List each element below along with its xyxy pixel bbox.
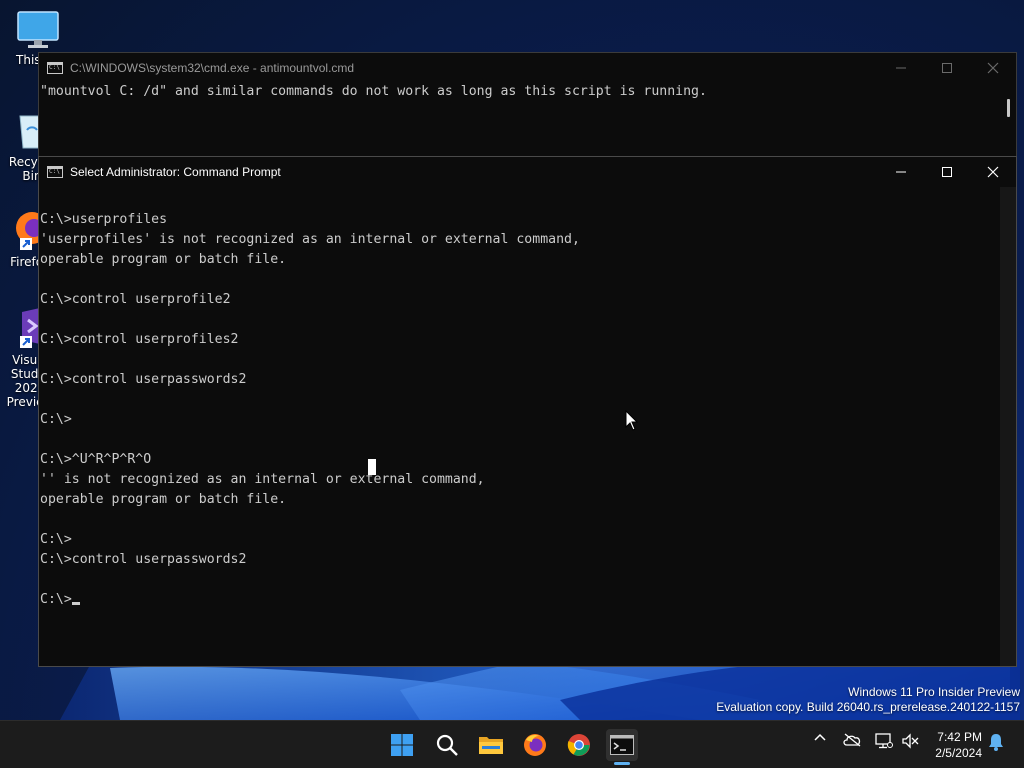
taskbar-start-button[interactable] bbox=[386, 729, 418, 761]
monitor-icon bbox=[17, 11, 59, 48]
clock-time: 7:42 PM bbox=[937, 730, 982, 744]
minimize-button[interactable] bbox=[878, 157, 924, 187]
text-cursor bbox=[71, 602, 80, 605]
window-title: C:\WINDOWS\system32\cmd.exe - antimountv… bbox=[70, 61, 355, 75]
selection-block-cursor bbox=[368, 459, 376, 475]
onedrive-status-button[interactable] bbox=[841, 733, 863, 747]
active-app-indicator bbox=[614, 762, 630, 765]
volume-muted-icon bbox=[902, 733, 919, 749]
taskbar-firefox[interactable] bbox=[519, 729, 551, 761]
cmd-icon bbox=[47, 166, 63, 178]
bell-icon bbox=[989, 734, 1003, 751]
watermark-line-2: Evaluation copy. Build 26040.rs_prerelea… bbox=[716, 700, 1020, 714]
taskbar-command-prompt[interactable] bbox=[606, 729, 638, 765]
window-title: Select Administrator: Command Prompt bbox=[70, 165, 281, 179]
mouse-pointer-icon bbox=[625, 410, 639, 431]
minimize-icon bbox=[896, 171, 906, 173]
cmd-icon bbox=[47, 62, 63, 74]
folder-icon bbox=[479, 737, 503, 754]
maximize-icon bbox=[942, 63, 952, 73]
maximize-button[interactable] bbox=[924, 157, 970, 187]
network-icon bbox=[875, 733, 893, 749]
windows-logo-icon bbox=[391, 734, 413, 756]
taskbar-search-button[interactable] bbox=[431, 729, 463, 761]
minimize-icon bbox=[896, 67, 906, 69]
scrollbar-thumb[interactable] bbox=[1007, 99, 1010, 117]
taskbar-file-explorer[interactable] bbox=[475, 729, 507, 761]
cmd-window-administrator[interactable]: Select Administrator: Command Prompt C:\… bbox=[38, 156, 1017, 667]
close-button[interactable] bbox=[970, 157, 1016, 187]
window-titlebar[interactable]: Select Administrator: Command Prompt bbox=[39, 157, 1016, 187]
maximize-icon bbox=[942, 167, 952, 177]
taskbar-chrome[interactable] bbox=[563, 729, 595, 761]
evaluation-watermark: Windows 11 Pro Insider Preview Evaluatio… bbox=[716, 685, 1020, 715]
cloud-offline-icon bbox=[843, 733, 861, 747]
maximize-button[interactable] bbox=[924, 53, 970, 83]
scrollbar-track[interactable] bbox=[1000, 187, 1016, 666]
command-prompt-icon bbox=[610, 735, 634, 755]
close-icon bbox=[987, 62, 999, 74]
volume-button[interactable] bbox=[899, 733, 921, 749]
chevron-up-icon bbox=[814, 733, 826, 741]
window-titlebar[interactable]: C:\WINDOWS\system32\cmd.exe - antimountv… bbox=[39, 53, 1016, 83]
clock-date: 2/5/2024 bbox=[935, 746, 982, 760]
minimize-button[interactable] bbox=[878, 53, 924, 83]
network-status-button[interactable] bbox=[873, 733, 895, 749]
firefox-icon bbox=[524, 734, 546, 756]
notifications-button[interactable] bbox=[986, 733, 1006, 751]
taskbar: 7:42 PM 2/5/2024 bbox=[0, 720, 1024, 768]
show-hidden-icons-button[interactable] bbox=[811, 733, 829, 741]
watermark-line-1: Windows 11 Pro Insider Preview bbox=[848, 685, 1020, 699]
terminal-area[interactable]: C:\>userprofiles 'userprofiles' is not r… bbox=[40, 188, 580, 608]
taskbar-clock[interactable]: 7:42 PM 2/5/2024 bbox=[935, 729, 982, 761]
close-button[interactable] bbox=[970, 53, 1016, 83]
chrome-icon bbox=[567, 734, 590, 756]
terminal-output: C:\>userprofiles 'userprofiles' is not r… bbox=[40, 212, 580, 607]
close-icon bbox=[987, 166, 999, 178]
search-icon bbox=[436, 734, 458, 756]
terminal-output[interactable]: "mountvol C: /d" and similar commands do… bbox=[40, 84, 707, 100]
